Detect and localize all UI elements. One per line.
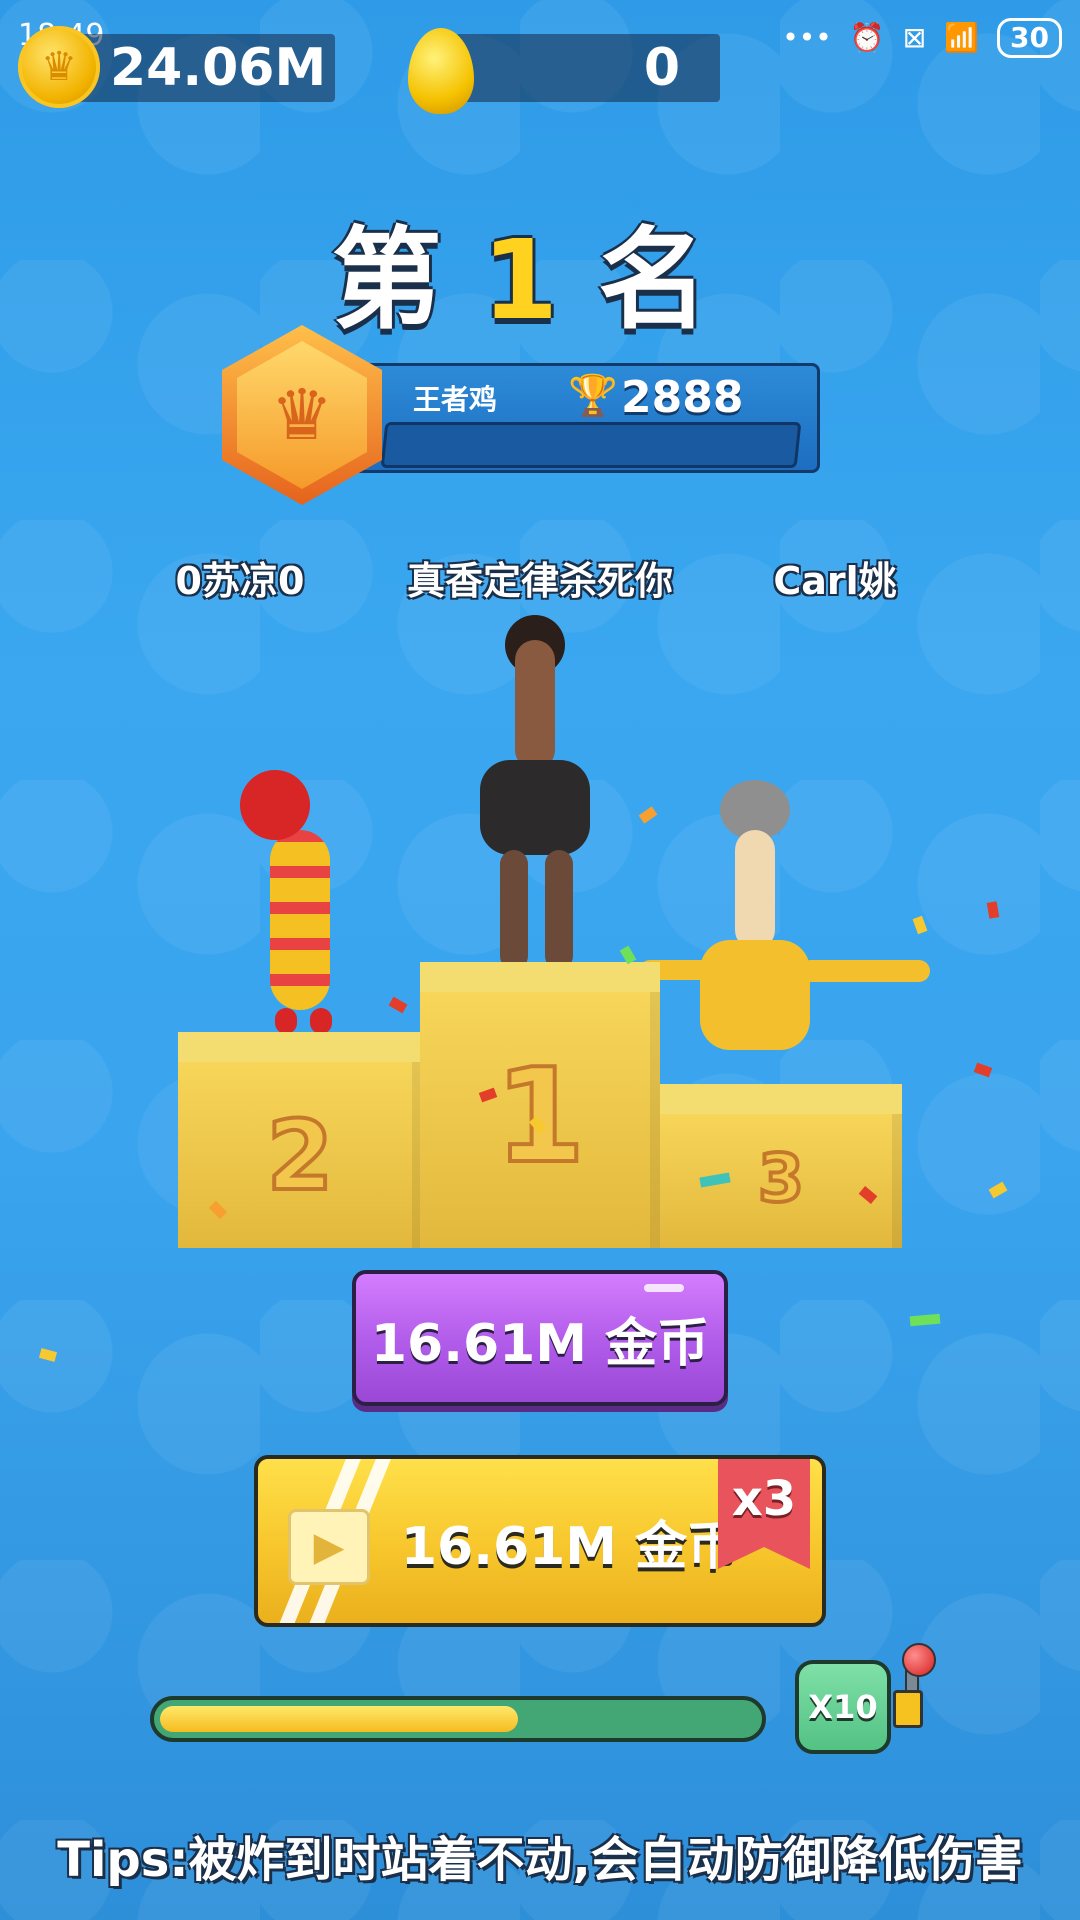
podium-second-digit: 2	[265, 1098, 336, 1214]
rank-title: 第1名	[0, 190, 1080, 350]
alarm-icon: ⏰	[849, 21, 885, 54]
podium-first-top	[420, 962, 660, 992]
wifi-icon: 📶	[944, 21, 980, 54]
podium-second: 2	[178, 1032, 422, 1248]
watch-video-triple-coins-button[interactable]: ▶ 16.61M 金币 x3	[254, 1455, 826, 1627]
podium-third: 3	[660, 1084, 902, 1248]
coin-balance: 24.06M	[70, 34, 335, 102]
second-place-character	[230, 770, 370, 1060]
multiplier-progress-fill	[160, 1706, 518, 1732]
rank-progress-bar	[380, 422, 802, 468]
more-dots-icon: •••	[782, 21, 832, 54]
podium-first-digit: 1	[493, 1038, 587, 1194]
lever-base-icon	[893, 1690, 923, 1728]
third-place-name: Carl姚	[773, 559, 897, 603]
status-icons: ••• ⏰ ⊠ 📶 30	[782, 18, 1062, 58]
battery-level: 30	[997, 18, 1062, 58]
confetti-piece	[988, 1181, 1008, 1199]
podium-second-top	[178, 1032, 422, 1062]
first-place-name: 真香定律杀死你	[406, 559, 673, 603]
second-place-name: 0苏凉0	[175, 559, 305, 603]
first-place-character	[460, 615, 610, 975]
player-name: 王者鸡	[413, 383, 498, 416]
sim-off-icon: ⊠	[902, 21, 927, 54]
claim-coins-label: 16.61M 金币	[370, 1313, 710, 1374]
confetti-piece	[38, 1348, 58, 1362]
confetti-piece	[973, 1062, 993, 1078]
third-place-character	[640, 780, 940, 1100]
confetti-piece	[638, 806, 658, 824]
claim-coins-button[interactable]: 16.61M 金币	[352, 1270, 728, 1406]
multiplier-progress-bar	[150, 1696, 766, 1742]
rank-prefix: 第	[331, 216, 482, 344]
coin-icon: ♛	[18, 26, 100, 108]
tips-text: Tips:被炸到时站着不动,会自动防御降低伤害	[57, 1832, 1023, 1888]
crown-icon: ♛	[237, 341, 367, 489]
confetti-piece	[986, 901, 1000, 919]
egg-amount: 0	[643, 38, 680, 98]
lever-knob-icon[interactable]	[902, 1643, 936, 1677]
confetti-piece	[388, 996, 408, 1014]
button-gloss	[644, 1284, 684, 1292]
x10-multiplier-button[interactable]: X10	[795, 1660, 891, 1754]
crown-rank-badge-icon: ♛	[222, 325, 382, 505]
podium-third-top	[660, 1084, 902, 1114]
egg-balance: 0	[455, 34, 720, 102]
coin-amount: 24.06M	[110, 38, 327, 98]
multiplier-ribbon: x3	[718, 1459, 810, 1569]
rank-number: 1	[481, 216, 599, 344]
video-play-icon: ▶	[288, 1509, 370, 1585]
rank-suffix: 名	[598, 216, 749, 344]
triple-coins-label: 16.61M 金币	[400, 1516, 740, 1577]
trophy-icon: 🏆	[568, 373, 618, 419]
podium-third-digit: 3	[756, 1138, 806, 1219]
player-card: 王者鸡 🏆 2888	[350, 363, 820, 473]
trophy-score: 2888	[621, 372, 744, 423]
confetti-piece	[909, 1313, 941, 1327]
